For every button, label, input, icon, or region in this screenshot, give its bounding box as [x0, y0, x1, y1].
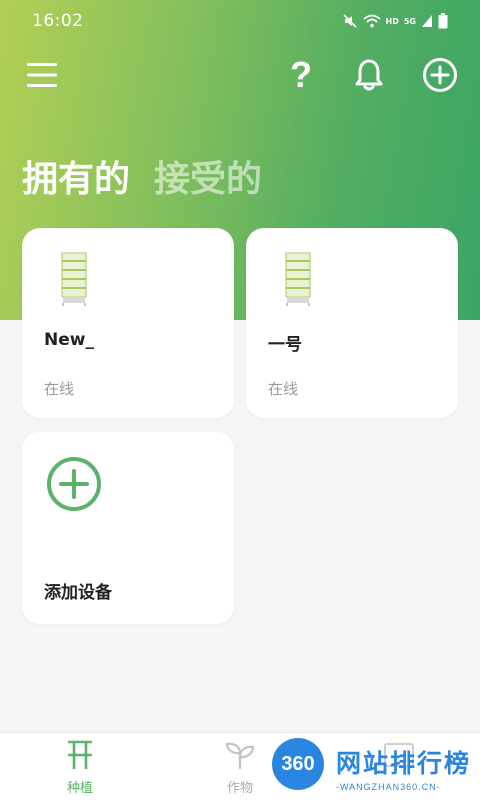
device-status: 在线 [44, 380, 75, 398]
sprout-icon [225, 742, 255, 769]
battery-icon [438, 13, 448, 29]
nav-crops[interactable]: 作物 [205, 739, 275, 796]
add-device-card[interactable]: 添加设备 [22, 432, 234, 624]
nav-planting[interactable]: 种植 [45, 739, 115, 796]
ownership-tabs: 拥有的 接受的 [22, 156, 262, 204]
signal-icon [422, 15, 432, 27]
nav-label: 种植 [66, 781, 93, 796]
nav-label: 作物 [226, 781, 253, 796]
hd-icon: HD [385, 16, 399, 26]
status-bar: 16:02 HD 5G [0, 0, 480, 42]
watermark: 360 网站排行榜 -WANGZHAN360.CN- [272, 738, 480, 800]
device-name: 一号 [268, 335, 302, 355]
tab-received[interactable]: 接受的 [154, 156, 262, 204]
network-type-label: 5G [403, 16, 416, 26]
add-button[interactable] [418, 50, 462, 100]
status-time: 16:02 [32, 11, 84, 31]
device-card[interactable]: New_ 在线 [22, 228, 234, 418]
tab-owned[interactable]: 拥有的 [22, 156, 130, 204]
add-device-label: 添加设备 [44, 583, 112, 603]
watermark-title: 网站排行榜 [336, 749, 472, 778]
device-status: 在线 [268, 380, 299, 398]
planter-device-icon [285, 252, 311, 306]
toolbar: ? [0, 50, 480, 100]
mute-icon [342, 14, 357, 28]
planter-icon [68, 740, 92, 769]
bell-icon [355, 59, 383, 91]
plus-circle-icon [423, 58, 457, 92]
watermark-badge: 360 [272, 738, 324, 790]
notifications-button[interactable] [347, 50, 391, 100]
status-icons: HD 5G [342, 13, 448, 29]
menu-icon [27, 63, 57, 87]
menu-button[interactable] [20, 50, 64, 100]
watermark-subtitle: -WANGZHAN360.CN- [336, 782, 441, 792]
help-button[interactable]: ? [279, 50, 323, 100]
help-icon: ? [290, 54, 312, 95]
wifi-icon [362, 14, 381, 28]
planter-device-icon [61, 252, 87, 306]
device-card[interactable]: 一号 在线 [246, 228, 458, 418]
device-name: New_ [44, 330, 94, 350]
add-device-icon [47, 457, 101, 511]
